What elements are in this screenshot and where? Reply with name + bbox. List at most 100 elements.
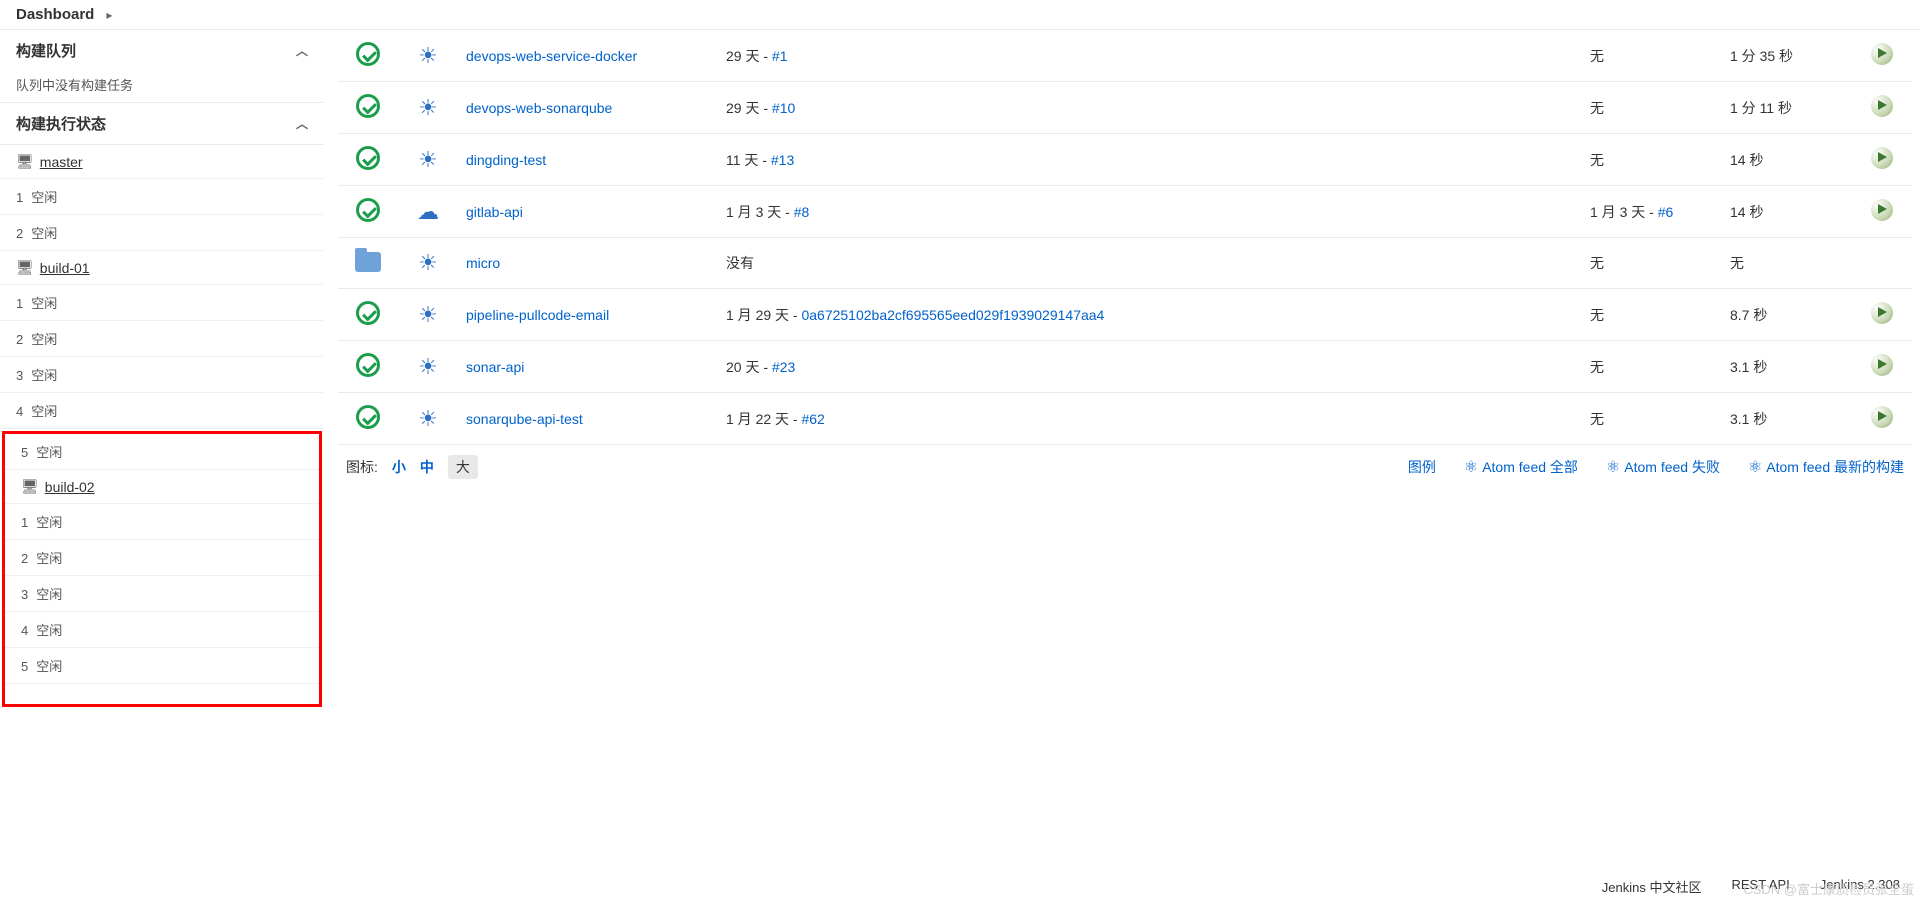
footer-rest-api[interactable]: REST API [1731,877,1789,896]
build-queue-title: 构建队列 [16,40,76,61]
last-duration: 1 分 11 秒 [1722,82,1852,134]
status-success-icon [356,146,380,170]
build-link[interactable]: #13 [771,152,794,168]
table-row: ☀pipeline-pullcode-email1 月 29 天 - 0a672… [338,289,1912,341]
sidebar: 构建队列 ︿ 队列中没有构建任务 构建执行状态 ︿ 🖥 master 1空闲 2… [0,30,330,709]
build-queue-empty: 队列中没有构建任务 [0,71,324,102]
chevron-up-icon: ︿ [296,42,308,59]
node-build-01-link[interactable]: build-01 [40,260,90,276]
executor-slot: 5空闲 [5,434,319,470]
executor-slot: 2空闲 [5,540,319,576]
last-success: 1 月 22 天 - #62 [718,393,1582,445]
node-master[interactable]: 🖥 master [0,145,324,179]
job-link[interactable]: gitlab-api [466,204,523,220]
executor-slot: 1空闲 [0,285,324,321]
job-link[interactable]: micro [466,255,500,271]
table-row: ☀micro没有无无 [338,238,1912,289]
last-failure: 无 [1582,289,1722,341]
build-link[interactable]: #8 [794,204,810,220]
rss-icon: ⚛ [1748,457,1762,477]
page-footer: Jenkins 中文社区 REST API Jenkins 2.308 [0,871,1920,902]
status-success-icon [356,405,380,429]
last-duration: 无 [1722,238,1852,289]
sun-icon: ☀ [418,250,438,276]
last-success: 1 月 3 天 - #8 [718,186,1582,238]
sun-icon: ☀ [418,95,438,121]
build-link[interactable]: #62 [801,411,824,427]
atom-feed-latest[interactable]: ⚛Atom feed 最新的构建 [1748,457,1904,477]
job-link[interactable]: sonar-api [466,359,524,375]
table-row: ☁ gitlab-api 1 月 3 天 - #81 月 3 天 - #614 秒 [338,186,1912,238]
status-success-icon [356,198,380,222]
last-failure: 无 [1582,238,1722,289]
last-failure: 无 [1582,393,1722,445]
computer-icon: 🖥 [16,153,34,170]
footer-community[interactable]: Jenkins 中文社区 [1602,877,1702,896]
build-now-icon[interactable] [1871,406,1893,428]
sun-icon: ☀ [418,354,438,380]
computer-icon: 🖥 [16,259,34,276]
table-row: ☀devops-web-sonarqube29 天 - #10无1 分 11 秒 [338,82,1912,134]
last-duration: 1 分 35 秒 [1722,30,1852,82]
build-now-icon[interactable] [1871,147,1893,169]
build-now-icon[interactable] [1871,354,1893,376]
breadcrumb-dashboard[interactable]: Dashboard [16,6,94,23]
sun-icon: ☀ [418,147,438,173]
build-queue-header[interactable]: 构建队列 ︿ [0,30,324,71]
icon-size-small[interactable]: 小 [392,457,406,477]
last-duration: 14 秒 [1722,186,1852,238]
node-master-link[interactable]: master [40,154,83,170]
build-link[interactable]: #23 [772,359,795,375]
table-row: ☀dingding-test11 天 - #13无14 秒 [338,134,1912,186]
icon-size-selector: 图标: 小 中 大 [346,455,478,479]
build-exec-header[interactable]: 构建执行状态 ︿ [0,103,324,144]
build-link[interactable]: 0a6725102ba2cf695565eed029f1939029147aa4 [801,307,1104,323]
job-link[interactable]: sonarqube-api-test [466,411,583,427]
last-duration: 3.1 秒 [1722,341,1852,393]
executor-slot: 3空闲 [5,576,319,612]
cloud-icon: ☁ [417,199,439,224]
build-now-icon[interactable] [1871,199,1893,221]
last-duration: 3.1 秒 [1722,393,1852,445]
status-success-icon [356,353,380,377]
atom-feed-fail[interactable]: ⚛Atom feed 失败 [1606,457,1720,477]
status-success-icon [356,301,380,325]
last-failure: 无 [1582,30,1722,82]
rss-icon: ⚛ [1464,457,1478,477]
atom-feed-all[interactable]: ⚛Atom feed 全部 [1464,457,1578,477]
build-now-icon[interactable] [1871,95,1893,117]
status-success-icon [356,94,380,118]
executor-slot: 1空闲 [0,179,324,215]
job-link[interactable]: dingding-test [466,152,546,168]
build-link[interactable]: #10 [772,100,795,116]
last-success: 11 天 - #13 [718,134,1582,186]
job-link[interactable]: pipeline-pullcode-email [466,307,609,323]
footer-version[interactable]: Jenkins 2.308 [1820,877,1900,896]
build-link[interactable]: #1 [772,48,788,64]
node-build-02-highlight: 5空闲 🖥 build-02 1空闲 2空闲 3空闲 4空闲 5空闲 [2,431,322,707]
sun-icon: ☀ [418,43,438,69]
job-link[interactable]: devops-web-service-docker [466,48,637,64]
node-build-01[interactable]: 🖥 build-01 [0,251,324,285]
node-build-02[interactable]: 🖥 build-02 [5,470,319,504]
last-duration: 14 秒 [1722,134,1852,186]
build-now-icon[interactable] [1871,302,1893,324]
folder-icon [355,252,381,272]
breadcrumb: Dashboard ▸ [0,0,1920,30]
node-build-02-link[interactable]: build-02 [45,479,95,495]
job-link[interactable]: devops-web-sonarqube [466,100,612,116]
computer-icon: 🖥 [21,478,39,495]
jobs-table: ☀devops-web-service-docker29 天 - #1无1 分 … [338,30,1912,445]
build-link[interactable]: #6 [1658,204,1674,220]
executor-slot: 2空闲 [0,321,324,357]
sun-icon: ☀ [418,406,438,432]
icon-size-large[interactable]: 大 [448,455,478,479]
last-success: 没有 [718,238,1582,289]
build-now-icon[interactable] [1871,43,1893,65]
last-failure: 1 月 3 天 - #6 [1582,186,1722,238]
last-duration: 8.7 秒 [1722,289,1852,341]
last-success: 20 天 - #23 [718,341,1582,393]
chevron-up-icon: ︿ [296,115,308,132]
icon-size-medium[interactable]: 中 [420,457,434,477]
legend-link[interactable]: 图例 [1408,457,1436,477]
